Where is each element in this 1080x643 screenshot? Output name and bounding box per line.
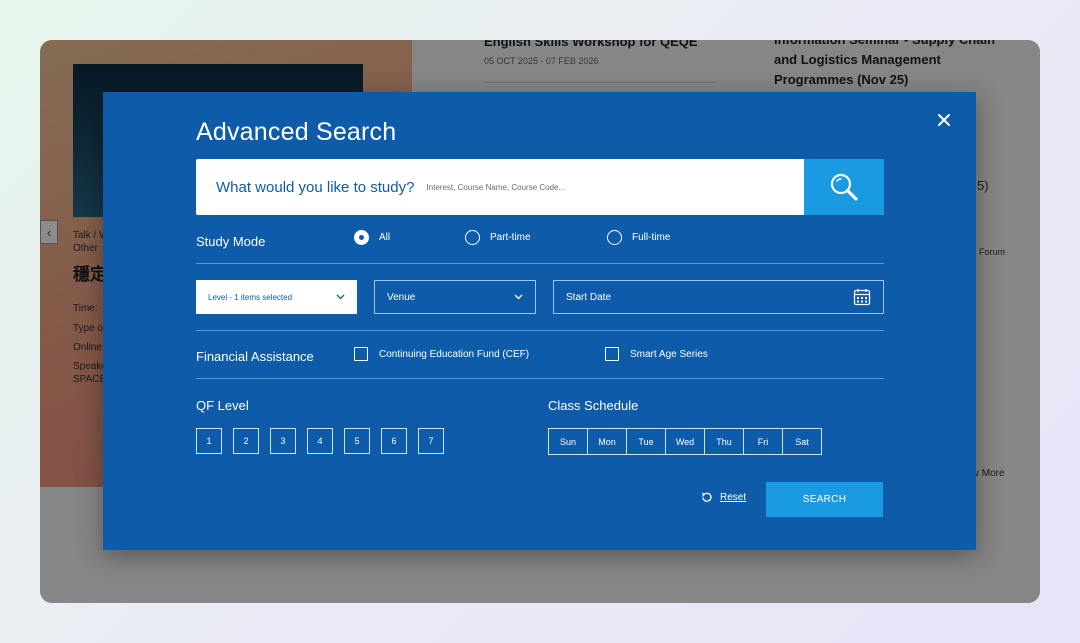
study-mode-radio-group: All Part-time Full-time xyxy=(354,230,670,245)
checkbox-unchecked-icon xyxy=(354,347,368,361)
modal-title: Advanced Search xyxy=(196,118,397,146)
start-date-value: Start Date xyxy=(566,291,612,303)
qf-level-7[interactable]: 7 xyxy=(418,428,444,454)
study-mode-all[interactable]: All xyxy=(354,230,465,245)
start-date-picker[interactable]: Start Date xyxy=(553,280,884,314)
day-tue[interactable]: Tue xyxy=(627,429,666,454)
search-icon xyxy=(830,173,858,201)
study-mode-part-time[interactable]: Part-time xyxy=(465,230,607,245)
divider xyxy=(196,378,884,379)
search-icon-button[interactable] xyxy=(804,159,884,215)
day-sat[interactable]: Sat xyxy=(783,429,821,454)
search-prompt: What would you like to study? xyxy=(216,178,415,196)
advanced-search-modal: Advanced Search What would you like to s… xyxy=(103,92,976,550)
level-select[interactable]: Level - 1 items selected xyxy=(196,280,357,314)
reset-label: Reset xyxy=(720,492,747,503)
divider xyxy=(196,263,884,264)
radio-label: All xyxy=(379,232,391,243)
qf-level-3[interactable]: 3 xyxy=(270,428,296,454)
qf-level-6[interactable]: 6 xyxy=(381,428,407,454)
smart-age-checkbox[interactable]: Smart Age Series xyxy=(605,347,708,361)
radio-checked-icon xyxy=(354,230,369,245)
qf-level-5[interactable]: 5 xyxy=(344,428,370,454)
financial-assistance-label: Financial Assistance xyxy=(196,349,314,364)
divider xyxy=(196,330,884,331)
venue-select-value: Venue xyxy=(387,291,416,303)
day-wed[interactable]: Wed xyxy=(666,429,705,454)
browser-frame: Talk / W Other 穩定 Time: Type o Online Sp… xyxy=(40,40,1040,603)
study-mode-label: Study Mode xyxy=(196,234,266,249)
calendar-icon xyxy=(853,289,871,306)
chevron-down-icon xyxy=(514,294,523,300)
radio-unchecked-icon xyxy=(465,230,480,245)
venue-select[interactable]: Venue xyxy=(374,280,536,314)
close-icon xyxy=(938,114,950,126)
qf-level-1[interactable]: 1 xyxy=(196,428,222,454)
radio-label: Full-time xyxy=(632,232,671,243)
study-mode-full-time[interactable]: Full-time xyxy=(607,230,670,245)
radio-unchecked-icon xyxy=(607,230,622,245)
day-thu[interactable]: Thu xyxy=(705,429,744,454)
chevron-down-icon xyxy=(336,294,345,300)
close-button[interactable] xyxy=(934,110,954,130)
search-input[interactable] xyxy=(426,172,804,202)
class-schedule-label: Class Schedule xyxy=(548,398,639,413)
cef-checkbox[interactable]: Continuing Education Fund (CEF) xyxy=(354,347,529,361)
checkbox-label: Continuing Education Fund (CEF) xyxy=(379,348,530,360)
checkbox-label: Smart Age Series xyxy=(630,348,708,360)
level-select-value: Level - 1 items selected xyxy=(208,292,293,302)
day-mon[interactable]: Mon xyxy=(588,429,627,454)
day-fri[interactable]: Fri xyxy=(744,429,783,454)
reset-button[interactable]: Reset xyxy=(701,492,746,503)
qf-level-group: 1 2 3 4 5 6 7 xyxy=(196,428,455,454)
search-bar: What would you like to study? xyxy=(196,159,884,215)
day-sun[interactable]: Sun xyxy=(549,429,588,454)
reset-icon xyxy=(701,492,712,502)
qf-level-4[interactable]: 4 xyxy=(307,428,333,454)
search-button[interactable]: SEARCH xyxy=(766,482,883,517)
checkbox-unchecked-icon xyxy=(605,347,619,361)
qf-level-2[interactable]: 2 xyxy=(233,428,259,454)
qf-level-label: QF Level xyxy=(196,398,249,413)
radio-label: Part-time xyxy=(490,232,531,243)
class-schedule-group: Sun Mon Tue Wed Thu Fri Sat xyxy=(548,428,822,455)
